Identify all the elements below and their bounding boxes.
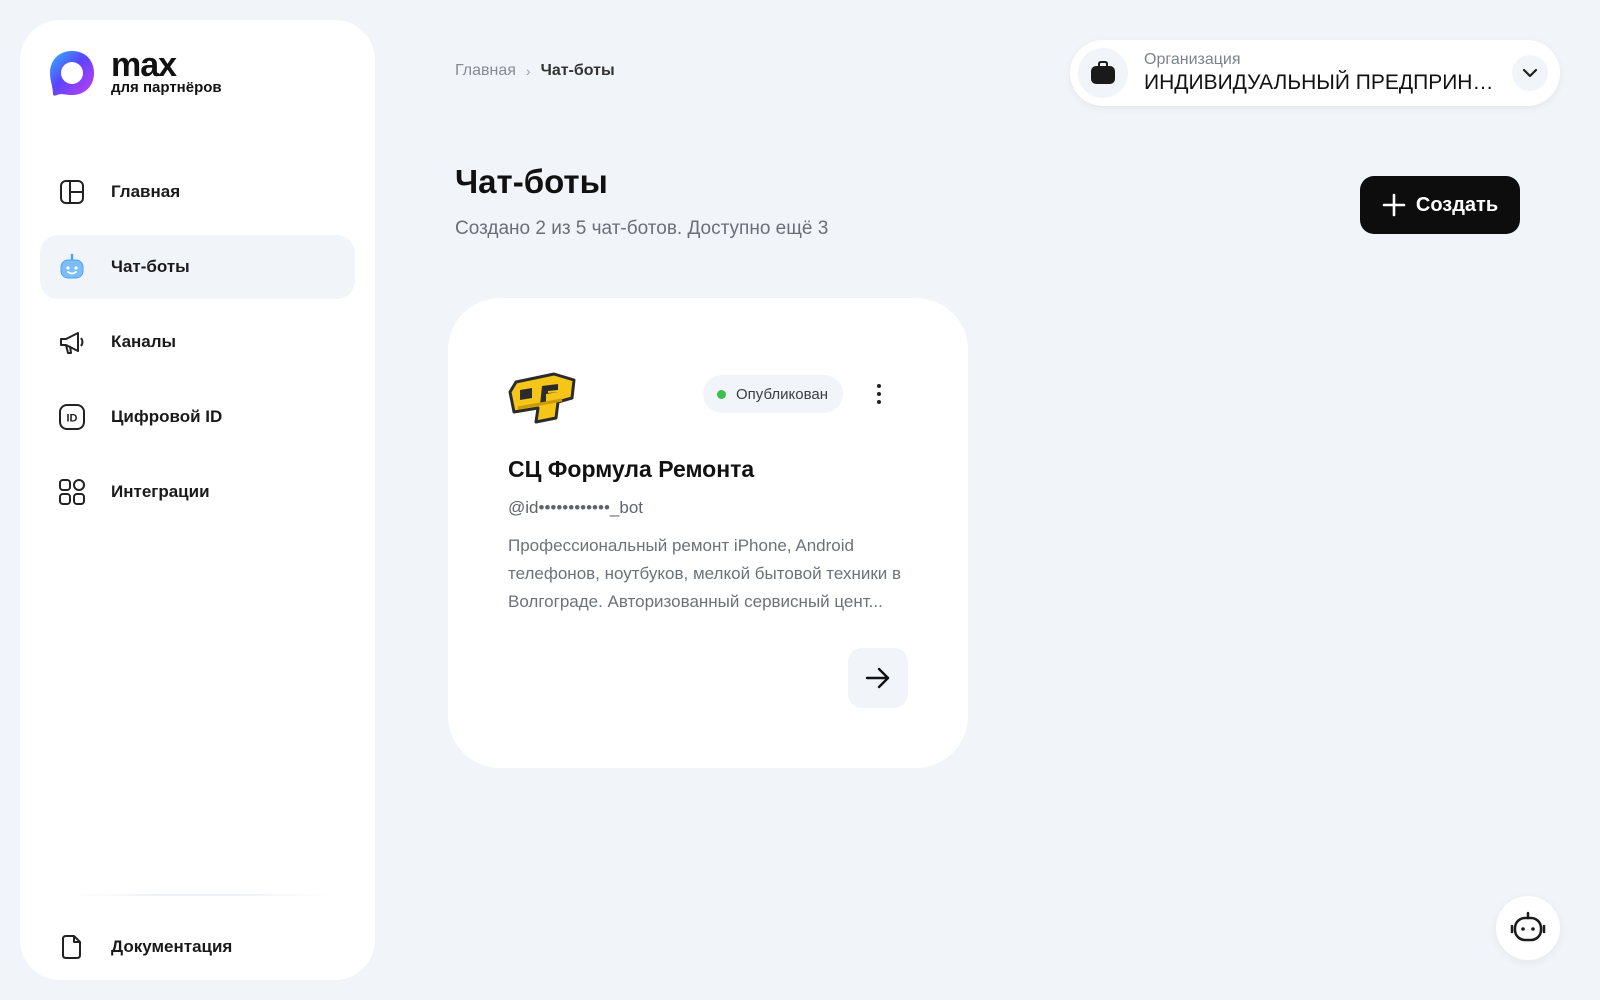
plus-icon xyxy=(1382,193,1406,217)
sidebar: max для партнёров Главная Чат-боты Канал… xyxy=(20,20,375,980)
page-subtitle: Создано 2 из 5 чат-ботов. Доступно ещё 3 xyxy=(455,218,829,239)
breadcrumb-current: Чат-боты xyxy=(540,62,615,79)
status-text: Опубликован xyxy=(736,385,829,403)
sidebar-divider xyxy=(65,894,330,896)
sidebar-item-channels[interactable]: Каналы xyxy=(40,310,355,374)
more-options-icon[interactable] xyxy=(868,378,890,410)
sidebar-item-chatbots[interactable]: Чат-боты xyxy=(40,235,355,299)
sidebar-item-home[interactable]: Главная xyxy=(40,160,355,224)
organization-value: ИНДИВИДУАЛЬНЫЙ ПРЕДПРИНИ... xyxy=(1144,71,1504,94)
brand-word: max xyxy=(111,46,177,84)
breadcrumb-home-link[interactable]: Главная xyxy=(455,62,516,80)
open-bot-button[interactable] xyxy=(848,648,908,708)
arrow-right-icon xyxy=(865,667,890,689)
sidebar-item-digital-id[interactable]: ID Цифровой ID xyxy=(40,385,355,449)
bot-card[interactable]: Опубликован СЦ Формула Ремонта @id••••••… xyxy=(448,298,968,768)
create-bot-button[interactable]: Создать xyxy=(1360,176,1520,234)
bot-description: Профессиональный ремонт iPhone, Android … xyxy=(508,536,902,611)
breadcrumb-separator: › xyxy=(525,63,531,79)
sidebar-item-label: Чат-боты xyxy=(111,257,190,276)
bot-avatar xyxy=(508,372,576,424)
page-title: Чат-боты xyxy=(455,163,608,200)
status-dot xyxy=(717,389,726,399)
id-card-icon: ID xyxy=(58,403,86,431)
briefcase-icon xyxy=(1078,48,1128,98)
robot-icon xyxy=(58,253,86,281)
brand-logo[interactable]: max для партнёров xyxy=(47,48,222,98)
megaphone-icon xyxy=(58,328,86,356)
svg-text:ID: ID xyxy=(67,413,78,425)
create-button-label: Создать xyxy=(1415,193,1499,216)
dashboard-icon xyxy=(58,178,86,206)
brand-subtitle: для партнёров xyxy=(111,79,222,96)
organization-label: Организация xyxy=(1144,51,1241,68)
breadcrumb: Главная › Чат-боты xyxy=(455,62,615,80)
bot-name: СЦ Формула Ремонта xyxy=(508,456,755,482)
status-badge: Опубликован xyxy=(703,375,844,413)
assistant-button[interactable] xyxy=(1496,896,1560,960)
sidebar-docs: Документация xyxy=(40,915,355,990)
sidebar-item-label: Цифровой ID xyxy=(111,407,223,426)
sidebar-item-label: Главная xyxy=(111,182,181,201)
chevron-down-icon[interactable] xyxy=(1512,55,1548,91)
sidebar-item-documentation[interactable]: Документация xyxy=(40,915,355,979)
sidebar-item-label: Каналы xyxy=(111,332,177,351)
bot-handle: @id••••••••••••_bot xyxy=(508,498,643,517)
apps-grid-icon xyxy=(58,478,86,506)
organization-selector[interactable]: Организация ИНДИВИДУАЛЬНЫЙ ПРЕДПРИНИ... xyxy=(1070,40,1560,106)
sidebar-nav: Главная Чат-боты Каналы ID Цифровой ID И… xyxy=(40,160,355,535)
robot-assistant-icon xyxy=(1510,911,1546,942)
sidebar-item-label: Документация xyxy=(111,937,233,956)
max-logo-icon xyxy=(50,51,94,96)
sidebar-item-integrations[interactable]: Интеграции xyxy=(40,460,355,524)
document-icon xyxy=(58,933,86,961)
sidebar-item-label: Интеграции xyxy=(111,482,210,501)
